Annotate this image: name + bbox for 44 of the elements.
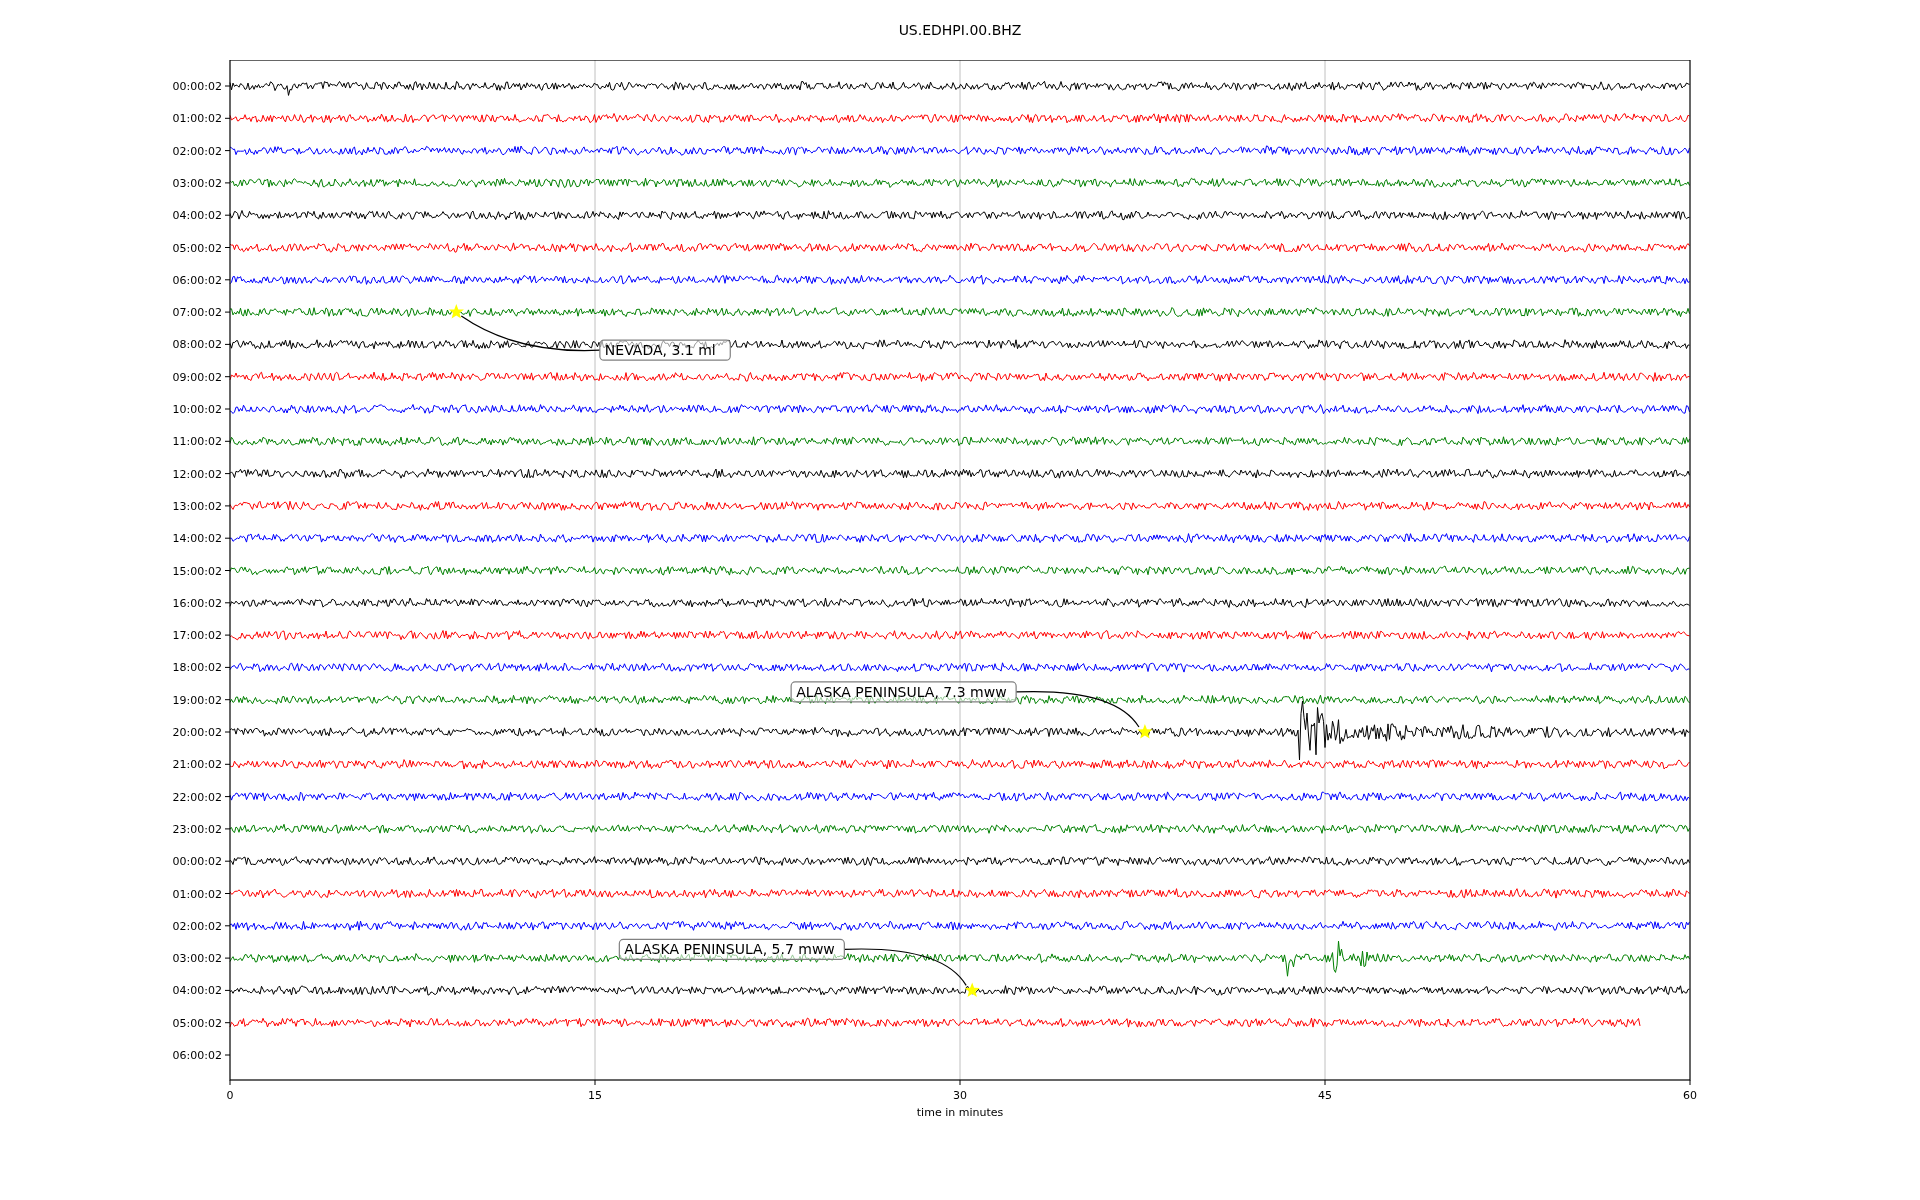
star-icon bbox=[964, 982, 980, 997]
x-axis-tick: 60 bbox=[1683, 1079, 1697, 1102]
y-axis-tick: 14:00:02 bbox=[172, 532, 231, 546]
y-axis-tick: 23:00:02 bbox=[172, 822, 231, 836]
y-axis-tick: 06:00:02 bbox=[172, 273, 231, 287]
y-axis-tick: 21:00:02 bbox=[172, 758, 231, 772]
y-axis-tick: 09:00:02 bbox=[172, 370, 231, 384]
y-axis-tick: 18:00:02 bbox=[172, 661, 231, 675]
event-annotation-label: ALASKA PENINSULA, 5.7 mww bbox=[618, 938, 845, 960]
x-axis-tick: 0 bbox=[226, 1079, 234, 1102]
y-axis-tick: 16:00:02 bbox=[172, 596, 231, 610]
y-axis-tick: 01:00:02 bbox=[172, 112, 231, 126]
y-axis-tick: 00:00:02 bbox=[172, 80, 231, 93]
y-axis-tick: 04:00:02 bbox=[172, 209, 231, 223]
y-axis-tick: 20:00:02 bbox=[172, 726, 231, 739]
star-icon bbox=[448, 304, 464, 319]
y-axis-tick: 05:00:02 bbox=[172, 1016, 231, 1030]
event-annotation-label: NEVADA, 3.1 ml bbox=[599, 339, 731, 361]
y-axis-tick: 05:00:02 bbox=[172, 241, 231, 255]
event-annotation-label: ALASKA PENINSULA, 7.3 mww bbox=[790, 681, 1017, 703]
y-axis-tick: 15:00:02 bbox=[172, 564, 231, 578]
y-axis-tick: 04:00:02 bbox=[172, 984, 231, 998]
x-axis-tick: 30 bbox=[953, 1079, 967, 1102]
y-axis-tick: 07:00:02 bbox=[172, 306, 231, 320]
x-axis-tick: 15 bbox=[588, 1079, 602, 1102]
x-axis-label: time in minutes bbox=[916, 1106, 1004, 1119]
y-axis-tick: 22:00:02 bbox=[172, 790, 231, 804]
y-axis-tick: 10:00:02 bbox=[172, 403, 231, 416]
y-axis-tick: 02:00:02 bbox=[172, 144, 231, 158]
y-axis-tick: 13:00:02 bbox=[172, 499, 231, 513]
y-axis-tick: 02:00:02 bbox=[172, 919, 231, 933]
y-axis-tick: 17:00:02 bbox=[172, 629, 231, 643]
y-axis-tick: 11:00:02 bbox=[172, 435, 231, 449]
y-axis-tick: 19:00:02 bbox=[172, 693, 231, 707]
y-axis-tick: 03:00:02 bbox=[172, 176, 231, 190]
y-axis-tick: 06:00:02 bbox=[172, 1049, 231, 1062]
y-axis-tick: 12:00:02 bbox=[172, 467, 231, 481]
y-axis-tick: 03:00:02 bbox=[172, 952, 231, 966]
star-icon bbox=[1137, 724, 1153, 739]
y-axis-tick: 00:00:02 bbox=[172, 855, 231, 869]
y-axis-tick: 01:00:02 bbox=[172, 887, 231, 901]
y-axis-tick: 08:00:02 bbox=[172, 338, 231, 352]
x-axis-tick: 45 bbox=[1318, 1079, 1332, 1102]
plot-title: US.EDHPI.00.BHZ bbox=[898, 22, 1022, 38]
